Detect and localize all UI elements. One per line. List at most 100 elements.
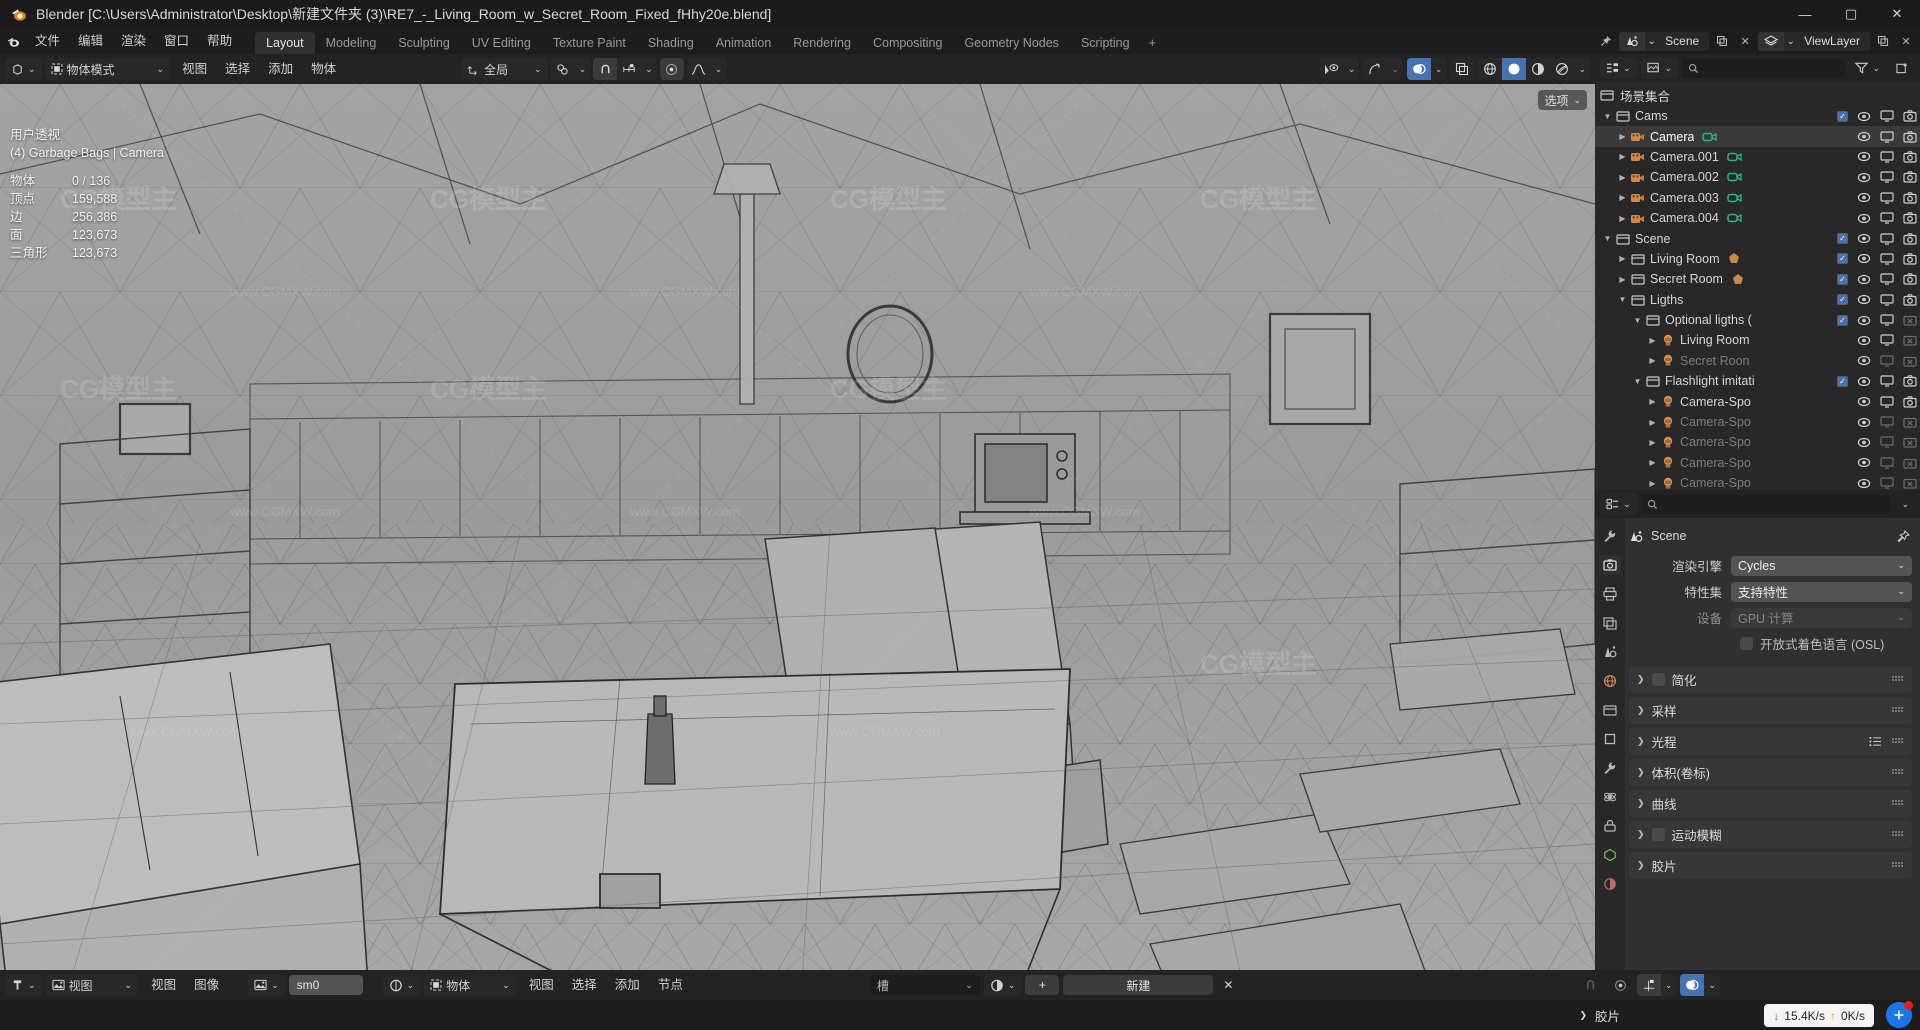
screen-icon[interactable] <box>1879 457 1894 469</box>
drag-handle-icon[interactable] <box>1892 830 1904 839</box>
new-collection-icon[interactable] <box>1890 57 1915 79</box>
workspace-tab-scripting[interactable]: Scripting <box>1070 32 1141 54</box>
eye-icon[interactable] <box>1856 417 1871 428</box>
node-object-selector[interactable]: 物体 ⌄ <box>424 974 516 996</box>
camera-render-icon[interactable] <box>1902 416 1917 428</box>
eye-icon[interactable] <box>1856 253 1871 264</box>
drag-handle-icon[interactable] <box>1892 799 1904 808</box>
material-sphere-icon[interactable]: ⌄ <box>983 974 1022 996</box>
disclosure-triangle-icon[interactable]: ▶ <box>1646 458 1659 467</box>
properties-panel-header[interactable]: ❯ 运动模糊 <box>1629 821 1912 848</box>
outliner-display-mode-icon[interactable]: ⌄ <box>1640 57 1679 79</box>
outliner-row-label[interactable]: Optional ligths ( <box>1665 313 1752 327</box>
x-icon[interactable]: ✕ <box>1735 32 1755 51</box>
properties-tab-object[interactable] <box>1599 729 1621 749</box>
outliner-row[interactable]: ▶ Camera-Spo <box>1595 473 1920 490</box>
screen-icon[interactable] <box>1879 192 1894 204</box>
eye-icon[interactable] <box>1856 437 1871 448</box>
outliner-row[interactable]: ▶ Living Room ✓ <box>1595 249 1920 269</box>
workspace-tab-compositing[interactable]: Compositing <box>862 32 953 54</box>
disclosure-triangle-icon[interactable]: ▶ <box>1646 418 1659 427</box>
properties-tab-tool[interactable] <box>1599 526 1621 546</box>
eye-icon[interactable] <box>1856 396 1871 407</box>
viewlayer-selector[interactable]: ⌄ ViewLayer <box>1758 31 1870 51</box>
screen-icon[interactable] <box>1879 396 1894 408</box>
camera-render-icon[interactable] <box>1902 273 1917 285</box>
viewport-menu-0[interactable]: 视图 <box>173 58 216 80</box>
camera-render-icon[interactable] <box>1902 436 1917 449</box>
maximize-button[interactable]: ▢ <box>1828 0 1874 28</box>
collection-enable-checkbox[interactable]: ✓ <box>1837 375 1848 387</box>
disclosure-triangle-icon[interactable]: ▼ <box>1631 377 1644 386</box>
eye-icon[interactable] <box>1856 213 1871 224</box>
gizmo-icon[interactable] <box>1363 58 1387 80</box>
properties-tab-modifiers[interactable] <box>1599 758 1621 778</box>
screen-icon[interactable] <box>1879 375 1894 387</box>
pin-icon[interactable] <box>1596 32 1616 51</box>
falloff-chevron-down-icon[interactable]: ⌄ <box>711 58 727 80</box>
disclosure-triangle-icon[interactable]: ▶ <box>1616 152 1629 161</box>
workspace-tab-rendering[interactable]: Rendering <box>782 32 862 54</box>
editor-type-image-icon[interactable]: ⌄ <box>5 974 42 996</box>
properties-panel-header[interactable]: ❯ 曲线 <box>1629 790 1912 817</box>
drag-handle-icon[interactable] <box>1892 737 1904 746</box>
network-app-icon[interactable] <box>1886 1001 1913 1028</box>
transform-chevron-down-icon[interactable]: ⌄ <box>1661 974 1677 996</box>
outliner-row-label[interactable]: Scene <box>1635 232 1670 246</box>
overlay-chevron-bottom-icon[interactable]: ⌄ <box>1704 974 1720 996</box>
disclosure-triangle-icon[interactable]: ▶ <box>1616 132 1629 141</box>
properties-panel-header[interactable]: ❯ 采样 <box>1629 697 1912 724</box>
outliner-row[interactable]: ▶ Camera-Spo <box>1595 432 1920 452</box>
outliner-row-label[interactable]: Living Room <box>1680 333 1749 347</box>
disclosure-triangle-icon[interactable]: ▶ <box>1646 438 1659 447</box>
add-workspace-button[interactable]: + <box>1141 32 1164 54</box>
transform-orientation-selector[interactable]: 全局 ⌄ <box>461 58 548 80</box>
presets-list-icon[interactable] <box>1869 736 1882 747</box>
properties-tab-material[interactable] <box>1599 874 1621 894</box>
screen-icon[interactable] <box>1879 232 1894 245</box>
xray-toggle-icon[interactable] <box>1450 58 1474 80</box>
osl-checkbox-row[interactable]: 开放式着色语言 (OSL) <box>1629 632 1912 654</box>
outliner-row-label[interactable]: Camera-Spo <box>1680 476 1751 490</box>
eye-icon[interactable] <box>1856 376 1871 387</box>
disclosure-triangle-icon[interactable]: ▼ <box>1601 112 1614 121</box>
disclosure-triangle-icon[interactable]: ▶ <box>1646 397 1659 406</box>
outliner-root-row[interactable]: 场景集合 <box>1595 84 1920 106</box>
image-datablock-selector[interactable]: ⌄ <box>248 974 285 996</box>
screen-icon[interactable] <box>1879 314 1894 326</box>
screen-icon[interactable] <box>1879 110 1894 122</box>
shading-rendered-icon[interactable] <box>1550 58 1574 80</box>
properties-panel-header[interactable]: ❯ 胶片 <box>1629 852 1912 879</box>
properties-tab-scene[interactable] <box>1599 642 1621 662</box>
outliner-tree[interactable]: 场景集合 ▼ Cams ✓ ▶ Camera ▶ Camera.001 ▶ Camera.002… <box>1595 82 1920 490</box>
disclosure-triangle-icon[interactable]: ▶ <box>1616 254 1629 263</box>
disclosure-triangle-icon[interactable]: ▶ <box>1616 214 1629 223</box>
screen-icon[interactable] <box>1879 212 1894 224</box>
outliner-row-label[interactable]: Secret Room <box>1650 272 1723 286</box>
properties-tab-constraints[interactable] <box>1599 816 1621 836</box>
close-material-icon[interactable]: ✕ <box>1217 974 1239 996</box>
viewlayer-remove-icon[interactable]: ✕ <box>1896 32 1916 51</box>
new-material-button[interactable]: 新建 <box>1063 975 1214 995</box>
network-speed-badge[interactable]: ↓ 15.4K/s ↑ 0K/s <box>1764 1004 1874 1027</box>
workspace-tab-layout[interactable]: Layout <box>255 32 315 54</box>
eye-icon[interactable] <box>1856 457 1871 468</box>
top-menu-3[interactable]: 窗口 <box>155 28 198 54</box>
eye-icon[interactable] <box>1856 172 1871 183</box>
workspace-tab-shading[interactable]: Shading <box>637 32 705 54</box>
outliner-row-label[interactable]: Living Room <box>1650 252 1719 266</box>
collection-enable-checkbox[interactable]: ✓ <box>1837 233 1848 245</box>
disclosure-triangle-icon[interactable]: ▶ <box>1646 356 1659 365</box>
viewport-menu-2[interactable]: 添加 <box>259 58 302 80</box>
eye-icon[interactable] <box>1856 274 1871 285</box>
outliner-row[interactable]: ▶ Secret Roon <box>1595 351 1920 371</box>
camera-render-icon[interactable] <box>1902 110 1917 122</box>
screen-icon[interactable] <box>1879 334 1894 347</box>
outliner-row[interactable]: ▶ Living Room <box>1595 330 1920 350</box>
panel-enable-checkbox[interactable] <box>1651 673 1665 686</box>
workspace-tab-texture-paint[interactable]: Texture Paint <box>542 32 637 54</box>
workspace-tab-geometry-nodes[interactable]: Geometry Nodes <box>953 32 1069 54</box>
bottom-left-menu-1[interactable]: 图像 <box>185 974 228 996</box>
overlays-icon[interactable] <box>1406 58 1431 80</box>
shading-wireframe-icon[interactable] <box>1478 58 1502 80</box>
